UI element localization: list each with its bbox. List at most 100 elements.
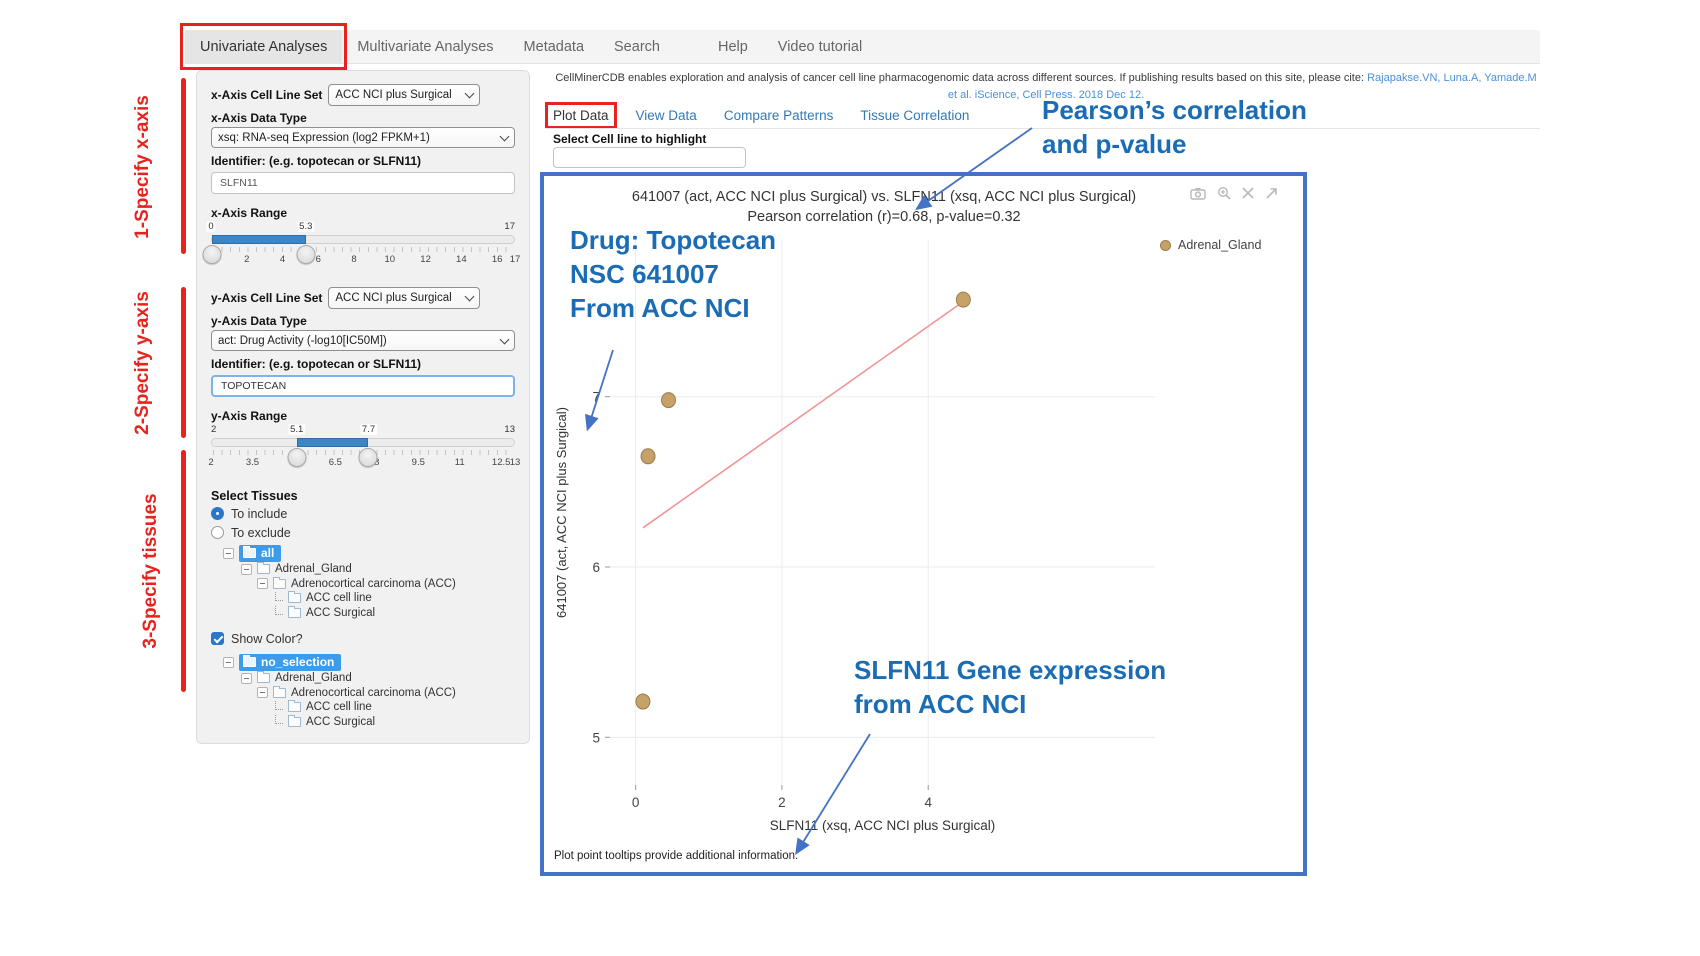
folder-icon <box>243 548 256 558</box>
tree2-item-adrenal-gland[interactable]: Adrenal_Gland <box>211 671 515 686</box>
tab-plot-data[interactable]: Plot Data <box>553 108 609 123</box>
slider-tick-label: 9.5 <box>412 457 425 468</box>
x-cell-line-set-label: x-Axis Cell Line Set <box>211 88 322 102</box>
nav-search[interactable]: Search <box>599 30 675 63</box>
y-identifier-input[interactable] <box>211 375 515 397</box>
tree2-root-no-selection[interactable]: no_selection <box>211 653 515 671</box>
slider-tick-label: 2 <box>208 457 213 468</box>
tree-collapse-icon[interactable] <box>223 657 234 668</box>
data-point[interactable] <box>641 449 655 464</box>
tab-tissue-correlation[interactable]: Tissue Correlation <box>860 108 969 123</box>
y-axis-range-slider[interactable]: 23.556.589.51112.513 5.17.7213 <box>211 424 515 469</box>
x-data-type-select[interactable]: xsq: RNA-seq Expression (log2 FPKM+1) <box>211 127 515 148</box>
y-range-handle-high[interactable] <box>359 448 378 467</box>
slider-tick-label: 4 <box>280 254 285 265</box>
x-axis-range-slider[interactable]: 024681012141617 05.317 <box>211 221 515 266</box>
slider-tick-label: 11 <box>455 457 465 468</box>
step1-bracket <box>181 78 186 254</box>
step3-bracket <box>181 450 186 692</box>
x-identifier-label: Identifier: (e.g. topotecan or SLFN11) <box>211 154 515 168</box>
slider-tick-label: 14 <box>456 254 467 265</box>
tree2-item-acc-surgical[interactable]: ACC Surgical <box>211 715 515 730</box>
camera-icon[interactable] <box>1190 187 1206 200</box>
citation-authors-link[interactable]: Rajapakse.VN, Luna.A, Yamade.M <box>1367 72 1537 84</box>
step2-bracket <box>181 287 186 438</box>
tree2-item-acc-cell-line[interactable]: ACC cell line <box>211 700 515 715</box>
slider-track[interactable] <box>211 438 515 447</box>
slider-tick-labels: 024681012141617 <box>211 254 515 266</box>
x-identifier-input[interactable] <box>211 172 515 194</box>
slider-track[interactable] <box>211 235 515 244</box>
tab-view-data[interactable]: View Data <box>636 108 697 123</box>
slider-tick-label: 3.5 <box>246 457 259 468</box>
x-cell-line-set-select[interactable]: ACC NCI plus Surgical <box>328 84 480 106</box>
data-point[interactable] <box>956 292 970 307</box>
slider-tick-label: 6.5 <box>329 457 342 468</box>
nav-help[interactable]: Help <box>703 30 763 63</box>
tree-collapse-icon[interactable] <box>241 673 252 684</box>
slider-tick-label: 2 <box>244 254 249 265</box>
x-range-label: x-Axis Range <box>211 206 515 220</box>
x-range-handle-low[interactable] <box>203 245 222 264</box>
tree-collapse-icon[interactable] <box>241 564 252 575</box>
show-color-checkbox[interactable]: Show Color? <box>211 630 515 647</box>
nav-spacer <box>675 30 703 63</box>
slider-fill <box>297 438 368 447</box>
data-point[interactable] <box>636 694 650 709</box>
folder-icon <box>257 673 270 683</box>
y-range-label: y-Axis Range <box>211 409 515 423</box>
slider-tick-label: 13 <box>510 457 521 468</box>
slider-tick-label: 10 <box>385 254 396 265</box>
tree-connector <box>275 715 283 724</box>
folder-icon <box>273 688 286 698</box>
y-range-handle-low[interactable] <box>288 448 307 467</box>
tree1-root-all[interactable]: all <box>211 544 515 562</box>
y-cell-line-set-select[interactable]: ACC NCI plus Surgical <box>328 287 480 309</box>
x-data-type-label: x-Axis Data Type <box>211 111 515 125</box>
tree-connector <box>275 701 283 710</box>
chevron-down-icon <box>465 89 475 99</box>
x-range-handle-high[interactable] <box>297 245 316 264</box>
slider-value-label: 7.7 <box>360 424 377 435</box>
tree-connector <box>275 592 283 601</box>
step1-label: 1-Specify x-axis <box>132 82 154 252</box>
tree-collapse-icon[interactable] <box>223 548 234 559</box>
pan-arrow-icon[interactable] <box>1265 187 1279 200</box>
slider-tick-label: 12.5 <box>492 457 511 468</box>
slider-tick-label: 6 <box>316 254 321 265</box>
checkbox-checked-icon <box>211 632 224 645</box>
folder-icon <box>257 564 270 574</box>
y-tick-label: 6 <box>592 560 600 575</box>
tissue-include-radio[interactable]: To include <box>211 505 515 522</box>
highlight-cell-line-input[interactable] <box>553 147 746 168</box>
tree1-item-acc[interactable]: Adrenocortical carcinoma (ACC) <box>211 577 515 592</box>
step2-label: 2-Specify y-axis <box>132 278 154 448</box>
close-icon[interactable] <box>1242 187 1254 199</box>
tree1-item-acc-cell-line[interactable]: ACC cell line <box>211 591 515 606</box>
scatter-plot[interactable]: 024567SLFN11 (xsq, ACC NCI plus Surgical… <box>544 234 1224 862</box>
tree1-item-acc-surgical[interactable]: ACC Surgical <box>211 606 515 621</box>
y-cell-line-set-label: y-Axis Cell Line Set <box>211 291 322 305</box>
chevron-down-icon <box>465 292 475 302</box>
nav-univariate-analyses[interactable]: Univariate Analyses <box>185 30 342 63</box>
slider-fill <box>212 235 306 244</box>
radio-unselected-icon <box>211 526 224 539</box>
slider-value-label: 5.3 <box>297 221 314 232</box>
tissue-exclude-radio[interactable]: To exclude <box>211 524 515 541</box>
tree2-item-acc[interactable]: Adrenocortical carcinoma (ACC) <box>211 686 515 701</box>
radio-selected-icon <box>211 507 224 520</box>
plot-container: 641007 (act, ACC NCI plus Surgical) vs. … <box>540 172 1307 876</box>
data-point[interactable] <box>662 393 676 408</box>
nav-multivariate-analyses[interactable]: Multivariate Analyses <box>342 30 508 63</box>
nav-video-tutorial[interactable]: Video tutorial <box>763 30 877 63</box>
tree-collapse-icon[interactable] <box>257 687 268 698</box>
y-data-type-select[interactable]: act: Drug Activity (-log10[IC50M]) <box>211 330 515 351</box>
tree-connector <box>275 606 283 615</box>
tree1-item-adrenal-gland[interactable]: Adrenal_Gland <box>211 562 515 577</box>
slider-tick-label: 12 <box>420 254 431 265</box>
tree-collapse-icon[interactable] <box>257 578 268 589</box>
tab-compare-patterns[interactable]: Compare Patterns <box>724 108 834 123</box>
zoom-in-icon[interactable] <box>1217 186 1231 200</box>
nav-metadata[interactable]: Metadata <box>509 30 599 63</box>
folder-icon <box>288 717 301 727</box>
